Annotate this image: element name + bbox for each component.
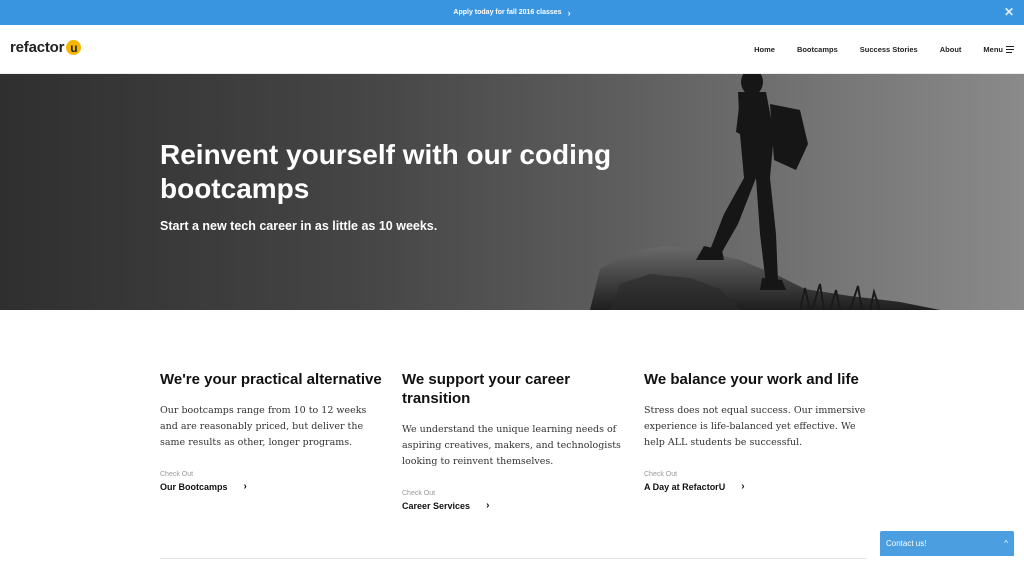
nav-home[interactable]: Home — [754, 45, 775, 54]
feature-kicker: Check Out — [644, 471, 678, 478]
logo-badge: u — [66, 40, 82, 55]
hero-subtitle: Start a new tech career in as little as … — [160, 219, 438, 233]
close-icon[interactable]: ✕ — [1004, 6, 1014, 18]
career-services-link[interactable]: Career Services › — [402, 500, 624, 511]
feature-kicker: Check Out — [402, 490, 436, 497]
feature-body: We understand the unique learning needs … — [402, 424, 621, 467]
nav-success-stories[interactable]: Success Stories — [860, 45, 918, 54]
contact-label: Contact us! — [886, 539, 927, 548]
feature-cta-label: Career Services — [402, 500, 471, 511]
chevron-right-icon: › — [486, 500, 490, 511]
contact-us-widget[interactable]: Contact us! ^ — [880, 531, 1014, 556]
hamburger-icon — [1006, 45, 1014, 54]
menu-button[interactable]: Menu — [983, 45, 1014, 54]
hero-title: Reinvent yourself with our coding bootca… — [160, 139, 612, 204]
chevron-right-icon: › — [741, 481, 745, 492]
feature-body: Our bootcamps range from 10 to 12 weeks … — [160, 405, 367, 448]
chevron-right-icon: › — [567, 7, 571, 18]
our-bootcamps-link[interactable]: Our Bootcamps › — [160, 481, 382, 492]
feature-title: We support your career transition — [402, 371, 571, 407]
logo[interactable]: refactor u — [10, 39, 82, 56]
menu-label: Menu — [983, 44, 1003, 54]
nav-bootcamps[interactable]: Bootcamps — [797, 45, 838, 54]
feature-cta-label: Our Bootcamps — [160, 481, 228, 492]
feature-column: We support your career transition We und… — [402, 370, 624, 511]
feature-columns: We're your practical alternative Our boo… — [160, 370, 866, 511]
chevron-right-icon: › — [243, 481, 247, 492]
promo-text[interactable]: Apply today for fall 2016 classes — [453, 9, 561, 16]
logo-text: refactor — [10, 39, 65, 56]
hero-banner: Reinvent yourself with our coding bootca… — [0, 74, 1024, 310]
promo-bar[interactable]: Apply today for fall 2016 classes › ✕ — [0, 0, 1024, 25]
feature-title: We balance your work and life — [644, 371, 859, 388]
main-nav: Home Bootcamps Success Stories About Men… — [732, 25, 1014, 73]
feature-body: Stress does not equal success. Our immer… — [644, 405, 866, 448]
day-at-refactoru-link[interactable]: A Day at RefactorU › — [644, 481, 866, 492]
feature-kicker: Check Out — [160, 471, 194, 478]
chevron-up-icon: ^ — [1004, 539, 1008, 548]
site-header: refactor u Home Bootcamps Success Storie… — [0, 25, 1024, 74]
feature-column: We balance your work and life Stress doe… — [644, 370, 866, 511]
feature-cta-label: A Day at RefactorU — [644, 481, 726, 492]
nav-about[interactable]: About — [940, 45, 962, 54]
section-divider — [160, 558, 866, 559]
feature-column: We're your practical alternative Our boo… — [160, 370, 382, 511]
feature-title: We're your practical alternative — [160, 371, 382, 388]
